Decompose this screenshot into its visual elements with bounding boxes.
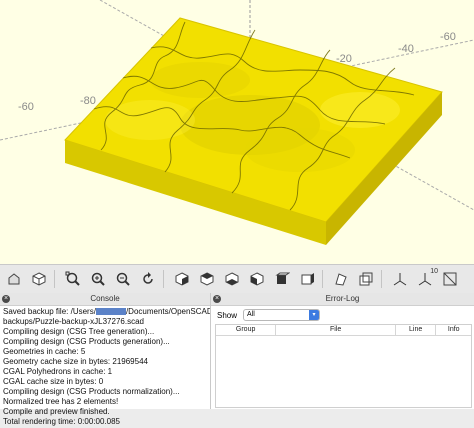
model-render: -60 -80 -20 -40 -60 xyxy=(0,0,474,245)
error-log-header: Group File Line Info xyxy=(216,325,471,336)
axis-label: -40 xyxy=(398,43,414,55)
view-diagonal-icon[interactable] xyxy=(330,268,352,290)
view-top-icon[interactable] xyxy=(196,268,218,290)
console-title-bar: × Console xyxy=(0,293,210,306)
axis-label: -60 xyxy=(18,101,34,113)
column-header-line[interactable]: Line xyxy=(396,325,437,335)
toolbar: 10 xyxy=(0,264,474,294)
terrain-bump xyxy=(150,62,250,98)
show-axes-icon[interactable] xyxy=(389,268,411,290)
toolbar-separator xyxy=(381,270,382,288)
toolbar-separator xyxy=(322,270,323,288)
show-edges-icon[interactable] xyxy=(439,268,461,290)
console-line: Normalized tree has 2 elements! xyxy=(3,397,119,406)
console-line: Geometry cache size in bytes: 21969544 xyxy=(3,357,148,366)
column-header-group[interactable]: Group xyxy=(216,325,277,335)
console-line: Compiling design (CSG Products generatio… xyxy=(3,337,170,346)
show-label: Show xyxy=(217,310,238,320)
preview-icon[interactable] xyxy=(3,268,25,290)
view-right-icon[interactable] xyxy=(171,268,193,290)
close-icon[interactable]: × xyxy=(213,295,221,303)
console-output[interactable]: Saved backup file: /Users//Documents/Ope… xyxy=(0,306,210,428)
console-line: Total rendering time: 0:00:00.085 xyxy=(3,417,120,426)
chevron-down-icon: ▾ xyxy=(309,310,320,320)
error-log-table[interactable]: Group File Line Info xyxy=(215,324,472,408)
column-header-file[interactable]: File xyxy=(276,325,396,335)
terrain-highlight xyxy=(320,92,400,128)
toolbar-separator xyxy=(163,270,164,288)
console-line: Compiling design (CSG Tree generation)..… xyxy=(3,327,155,336)
view-front-icon[interactable] xyxy=(271,268,293,290)
zoom-all-icon[interactable] xyxy=(62,268,84,290)
error-log-title: Error-Log xyxy=(325,294,360,303)
column-header-info[interactable]: Info xyxy=(436,325,471,335)
3d-viewport[interactable]: -60 -80 -20 -40 -60 xyxy=(0,0,474,264)
error-log-title-bar: × Error-Log xyxy=(211,293,474,306)
view-back-icon[interactable] xyxy=(296,268,318,290)
scale-marker-label: 10 xyxy=(430,268,438,275)
console-title: Console xyxy=(90,294,120,303)
console-panel: × Console Saved backup file: /Users//Doc… xyxy=(0,293,211,426)
show-scale-markers-icon[interactable]: 10 xyxy=(414,268,438,290)
axis-label: -80 xyxy=(80,95,96,107)
redacted-username xyxy=(95,308,126,316)
view-center-icon[interactable] xyxy=(355,268,377,290)
toolbar-separator xyxy=(54,270,55,288)
bottom-panels: × Console Saved backup file: /Users//Doc… xyxy=(0,293,474,426)
zoom-out-icon[interactable] xyxy=(112,268,134,290)
close-icon[interactable]: × xyxy=(2,295,10,303)
show-filter-select[interactable]: All ▾ xyxy=(243,309,321,321)
console-line: Saved backup file: /Users//Documents/Ope… xyxy=(3,307,210,316)
render-icon[interactable] xyxy=(28,268,50,290)
console-line: Compiling design (CSG Products normaliza… xyxy=(3,387,180,396)
view-left-icon[interactable] xyxy=(246,268,268,290)
error-log-filter: Show All ▾ xyxy=(211,306,474,324)
console-line: CGAL Polyhedrons in cache: 1 xyxy=(3,367,113,376)
zoom-in-icon[interactable] xyxy=(87,268,109,290)
reset-view-icon[interactable] xyxy=(137,268,159,290)
show-filter-value: All xyxy=(247,311,255,318)
console-line: Geometries in cache: 5 xyxy=(3,347,86,356)
console-line: backups/Puzzle-backup-xJL37276.scad xyxy=(3,317,144,326)
error-log-panel: × Error-Log Show All ▾ Group File Line I… xyxy=(211,293,474,409)
axis-label: -60 xyxy=(440,31,456,43)
console-line: CGAL cache size in bytes: 0 xyxy=(3,377,104,386)
view-bottom-icon[interactable] xyxy=(221,268,243,290)
